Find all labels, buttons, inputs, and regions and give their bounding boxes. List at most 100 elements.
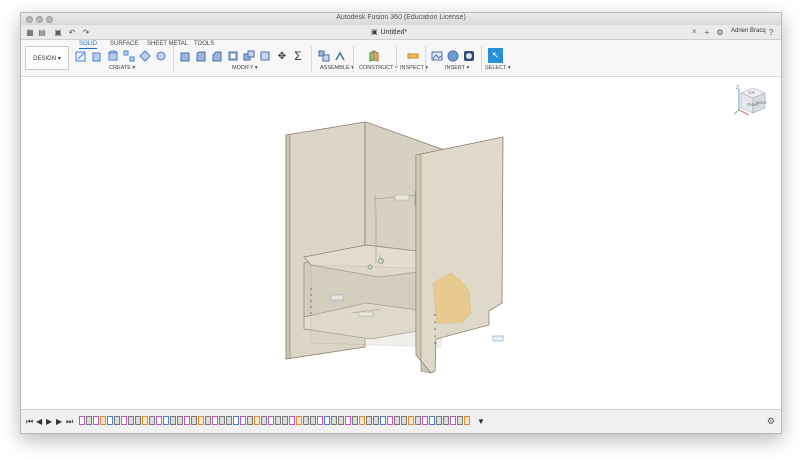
move-icon[interactable]: ✥ bbox=[276, 50, 288, 62]
close-tab-icon[interactable]: × bbox=[692, 27, 697, 36]
play-icon[interactable]: ▶ bbox=[46, 417, 52, 426]
timeline-feature[interactable] bbox=[387, 416, 393, 425]
timeline-feature[interactable] bbox=[163, 416, 169, 425]
timeline-feature[interactable] bbox=[394, 416, 400, 425]
timeline-feature[interactable] bbox=[240, 416, 246, 425]
timeline-feature[interactable] bbox=[373, 416, 379, 425]
timeline-feature[interactable] bbox=[408, 416, 414, 425]
help-icon[interactable]: ? bbox=[766, 27, 776, 37]
timeline-feature[interactable] bbox=[121, 416, 127, 425]
timeline-feature[interactable] bbox=[296, 416, 302, 425]
timeline-feature[interactable] bbox=[324, 416, 330, 425]
timeline-feature[interactable] bbox=[86, 416, 92, 425]
plus-icon[interactable]: + bbox=[702, 27, 712, 37]
tab-tools[interactable]: TOOLS bbox=[194, 40, 214, 48]
timeline-feature[interactable] bbox=[464, 416, 470, 425]
timeline-feature[interactable] bbox=[436, 416, 442, 425]
timeline-feature[interactable] bbox=[331, 416, 337, 425]
fillet-icon[interactable] bbox=[195, 50, 207, 62]
timeline-feature[interactable] bbox=[128, 416, 134, 425]
timeline-feature[interactable] bbox=[289, 416, 295, 425]
timeline-settings-gear-icon[interactable]: ⚙ bbox=[767, 416, 775, 427]
parameters-icon[interactable]: Σ bbox=[292, 49, 304, 63]
step-back-icon[interactable]: ◀ bbox=[36, 417, 42, 426]
measure-icon[interactable] bbox=[407, 50, 419, 62]
model-canvas[interactable]: Z FRONT RIGHT TOP bbox=[21, 77, 781, 409]
timeline-feature[interactable] bbox=[261, 416, 267, 425]
chamfer-icon[interactable] bbox=[211, 50, 223, 62]
timeline-feature[interactable] bbox=[380, 416, 386, 425]
timeline-feature[interactable] bbox=[212, 416, 218, 425]
timeline-feature[interactable] bbox=[415, 416, 421, 425]
timeline-feature[interactable] bbox=[100, 416, 106, 425]
timeline-feature[interactable] bbox=[366, 416, 372, 425]
step-forward-icon[interactable]: ▶ bbox=[56, 417, 62, 426]
joint-icon[interactable] bbox=[334, 50, 346, 62]
timeline-feature[interactable] bbox=[226, 416, 232, 425]
tab-solid[interactable]: SOLID bbox=[79, 40, 98, 49]
timeline-feature[interactable] bbox=[205, 416, 211, 425]
tab-sheet-metal[interactable]: SHEET METAL bbox=[147, 40, 188, 48]
timeline-feature[interactable] bbox=[114, 416, 120, 425]
timeline-feature[interactable] bbox=[303, 416, 309, 425]
undo-icon[interactable]: ↶ bbox=[67, 27, 77, 37]
go-to-end-icon[interactable]: ⏭ bbox=[66, 417, 73, 427]
timeline-feature[interactable] bbox=[184, 416, 190, 425]
file-icon[interactable]: ▤ bbox=[37, 27, 47, 37]
timeline-feature[interactable] bbox=[135, 416, 141, 425]
group-assemble[interactable]: ASSEMBLE ▾ bbox=[320, 65, 354, 71]
timeline-feature[interactable] bbox=[450, 416, 456, 425]
timeline-feature[interactable] bbox=[79, 416, 85, 425]
timeline-feature[interactable] bbox=[156, 416, 162, 425]
group-insert[interactable]: INSERT ▾ bbox=[445, 65, 469, 71]
timeline-feature[interactable] bbox=[107, 416, 113, 425]
timeline-feature[interactable] bbox=[142, 416, 148, 425]
timeline-feature[interactable] bbox=[310, 416, 316, 425]
new-component-icon[interactable] bbox=[318, 50, 330, 62]
timeline-feature[interactable] bbox=[191, 416, 197, 425]
timeline-feature[interactable] bbox=[401, 416, 407, 425]
group-modify[interactable]: MODIFY ▾ bbox=[232, 65, 258, 71]
insert-image-icon[interactable] bbox=[431, 50, 443, 62]
offset-plane-icon[interactable] bbox=[368, 50, 380, 62]
timeline-feature[interactable] bbox=[457, 416, 463, 425]
shell-icon[interactable] bbox=[227, 50, 239, 62]
extensions-gear-icon[interactable]: ⚙ bbox=[715, 27, 725, 37]
user-name[interactable]: Adrien Bracq bbox=[731, 28, 766, 34]
timeline-feature[interactable] bbox=[177, 416, 183, 425]
revolve-icon[interactable] bbox=[139, 50, 151, 62]
mirror-icon[interactable] bbox=[155, 50, 167, 62]
timeline-feature[interactable] bbox=[275, 416, 281, 425]
extrude-icon[interactable] bbox=[91, 50, 103, 62]
tab-surface[interactable]: SURFACE bbox=[110, 40, 138, 48]
timeline-feature[interactable] bbox=[429, 416, 435, 425]
scale-icon[interactable] bbox=[259, 50, 271, 62]
group-inspect[interactable]: INSPECT ▾ bbox=[400, 65, 428, 71]
document-tab[interactable]: ▣ Untitled* bbox=[371, 27, 407, 37]
timeline-feature[interactable] bbox=[268, 416, 274, 425]
press-pull-icon[interactable] bbox=[179, 50, 191, 62]
timeline-feature[interactable] bbox=[93, 416, 99, 425]
go-to-start-icon[interactable]: ⏮ bbox=[26, 417, 33, 427]
timeline-feature[interactable] bbox=[317, 416, 323, 425]
timeline-feature[interactable] bbox=[282, 416, 288, 425]
group-construct[interactable]: CONSTRUCT ▾ bbox=[359, 65, 398, 71]
timeline-feature[interactable] bbox=[338, 416, 344, 425]
insert-mesh-icon[interactable] bbox=[447, 50, 459, 62]
pattern-icon[interactable] bbox=[123, 50, 135, 62]
redo-icon[interactable]: ↷ bbox=[81, 27, 91, 37]
timeline-feature[interactable] bbox=[170, 416, 176, 425]
timeline-feature[interactable] bbox=[254, 416, 260, 425]
timeline-feature[interactable] bbox=[345, 416, 351, 425]
group-create[interactable]: CREATE ▾ bbox=[109, 65, 135, 71]
grid-icon[interactable]: ▦ bbox=[25, 27, 35, 37]
cylinder-icon[interactable] bbox=[107, 50, 119, 62]
timeline-marker-icon[interactable]: ▼ bbox=[477, 417, 485, 426]
select-cursor-icon[interactable]: ↖ bbox=[488, 48, 503, 63]
timeline-feature[interactable] bbox=[359, 416, 365, 425]
timeline-feature[interactable] bbox=[352, 416, 358, 425]
canvas-viewport[interactable]: Z FRONT RIGHT TOP bbox=[21, 77, 781, 409]
combine-icon[interactable] bbox=[243, 50, 255, 62]
timeline-feature[interactable] bbox=[149, 416, 155, 425]
group-select[interactable]: SELECT ▾ bbox=[485, 65, 511, 71]
